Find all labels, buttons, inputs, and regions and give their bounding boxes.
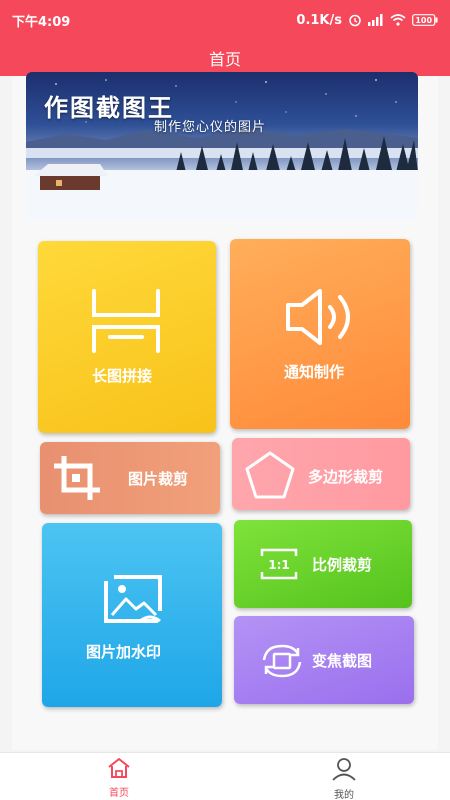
status-time: 下午4:09 [12,14,71,30]
crop-label: 图片裁剪 [128,470,189,488]
bottom-nav: 首页 我的 [0,752,450,800]
nav-home[interactable]: 首页 [89,757,149,799]
nav-mine-label: 我的 [334,790,354,800]
cabin [34,164,108,190]
banner-subtitle: 制作您心仪的图片 [154,120,267,135]
battery-level: 100 [415,16,432,25]
notify-tile[interactable]: 通知制作 [230,239,410,429]
app-header: 下午4:09 0.1K/s 100 首页 [0,0,450,76]
battery-icon: 100 [412,14,438,26]
person-icon [331,758,357,785]
crop-icon [54,456,100,504]
net-speed: 0.1K/s [296,12,342,28]
zoom-screenshot-tile[interactable]: 变焦截图 [234,616,414,704]
ratio-icon: 1:1 [260,548,298,584]
banner[interactable]: 作图截图王 制作您心仪的图片 [26,72,418,220]
speaker-icon [282,285,362,353]
long-stitch-label: 长图拼接 [92,367,153,385]
alarm-icon [348,13,362,27]
signal-icon [368,14,384,26]
nav-home-label: 首页 [109,788,129,799]
page-title: 首页 [208,50,241,69]
long-stitch-tile[interactable]: 长图拼接 [38,241,216,433]
watermark-tile[interactable]: 图片加水印 [42,523,222,707]
ratio-crop-label: 比例裁剪 [312,556,373,574]
pentagon-icon [244,450,296,504]
long-image-icon [88,289,164,357]
nav-mine[interactable]: 我的 [314,757,374,800]
watermark-label: 图片加水印 [86,643,162,661]
crop-tile[interactable]: 图片裁剪 [40,442,220,514]
home-icon [106,758,132,783]
status-indicators: 0.1K/s 100 [296,13,438,28]
ratio-crop-tile[interactable]: 1:1 比例裁剪 [234,520,412,608]
zoom-screenshot-label: 变焦截图 [312,652,373,670]
polygon-crop-label: 多边形裁剪 [308,468,384,486]
image-icon [100,573,164,631]
wifi-icon [390,14,406,26]
notify-label: 通知制作 [284,363,345,381]
status-bar: 下午4:09 0.1K/s 100 [0,0,450,40]
rotate-screenshot-icon [260,644,304,682]
ratio-text: 1:1 [268,558,290,572]
polygon-crop-tile[interactable]: 多边形裁剪 [232,438,410,510]
